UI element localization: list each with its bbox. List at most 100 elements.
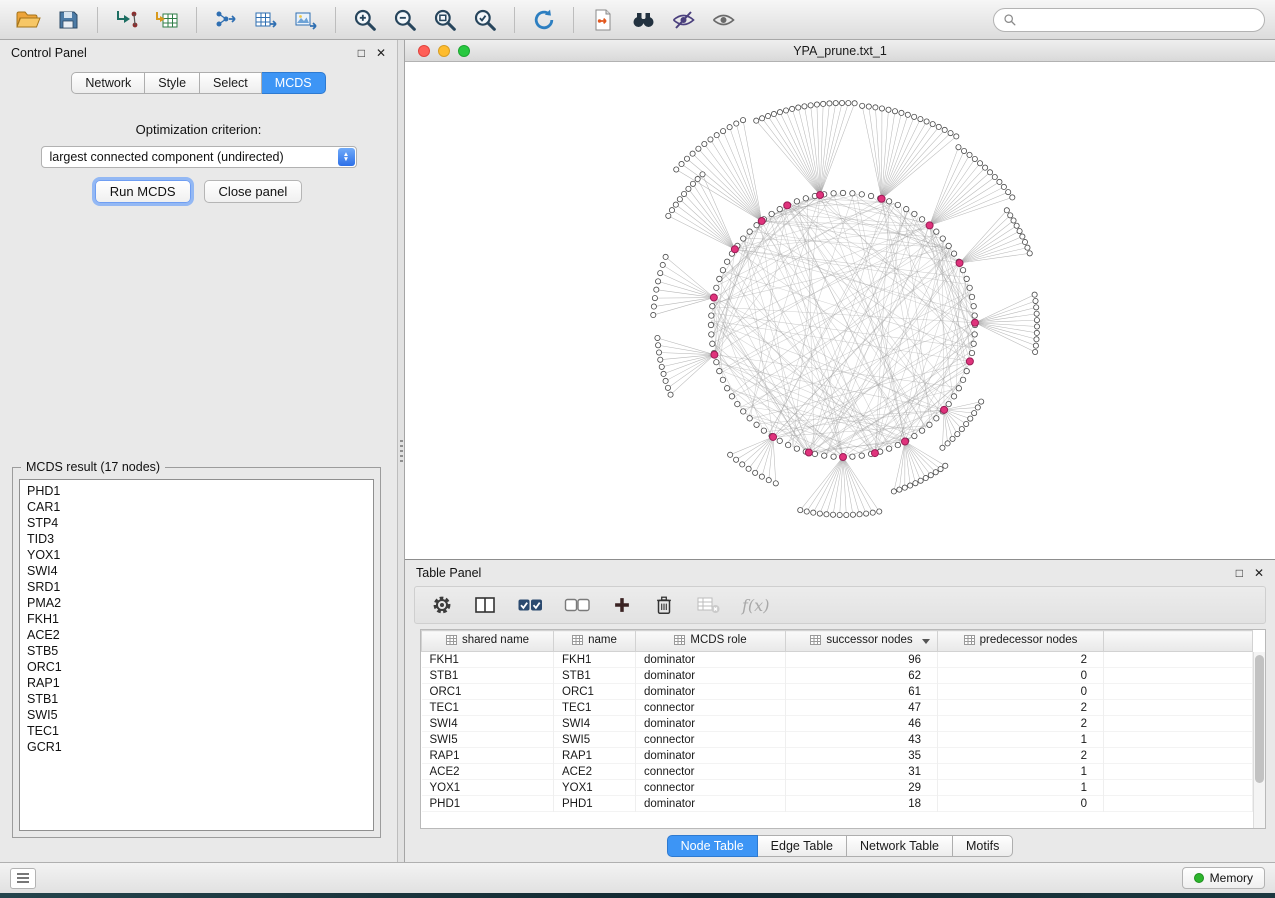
import-table-disabled-button[interactable] [695, 594, 722, 616]
table-cell[interactable]: ORC1 [554, 684, 636, 700]
table-row[interactable]: TEC1TEC1connector472 [422, 700, 1253, 716]
tab-node-table[interactable]: Node Table [667, 835, 758, 857]
mcds-node-item[interactable]: ACE2 [27, 627, 373, 643]
run-mcds-button[interactable]: Run MCDS [95, 180, 191, 203]
apply-layout-button[interactable] [526, 4, 562, 36]
mcds-node-item[interactable]: SWI5 [27, 707, 373, 723]
mcds-node-item[interactable]: RAP1 [27, 675, 373, 691]
mcds-node-item[interactable]: STB1 [27, 691, 373, 707]
zoom-in-button[interactable] [347, 4, 383, 36]
table-cell[interactable]: 31 [786, 764, 938, 780]
open-session-button[interactable] [10, 4, 46, 36]
table-cell[interactable]: 62 [786, 668, 938, 684]
table-cell[interactable]: dominator [636, 684, 786, 700]
export-table-button[interactable] [248, 4, 284, 36]
tab-edge-table[interactable]: Edge Table [758, 835, 847, 857]
table-cell[interactable]: connector [636, 780, 786, 796]
table-cell[interactable]: 2 [938, 748, 1104, 764]
table-cell[interactable]: dominator [636, 796, 786, 812]
task-history-button[interactable] [10, 868, 36, 889]
table-cell[interactable]: 43 [786, 732, 938, 748]
mcds-node-item[interactable]: TID3 [27, 531, 373, 547]
table-cell[interactable]: dominator [636, 668, 786, 684]
table-cell[interactable]: FKH1 [422, 652, 554, 668]
table-row[interactable]: RAP1RAP1dominator352 [422, 748, 1253, 764]
export-image-button[interactable] [288, 4, 324, 36]
table-row[interactable]: PHD1PHD1dominator180 [422, 796, 1253, 812]
table-row[interactable]: FKH1FKH1dominator962 [422, 652, 1253, 668]
table-cell[interactable]: 0 [938, 684, 1104, 700]
table-cell[interactable]: 2 [938, 652, 1104, 668]
mcds-node-item[interactable]: ORC1 [27, 659, 373, 675]
table-row[interactable]: STB1STB1dominator620 [422, 668, 1253, 684]
mcds-result-list[interactable]: PHD1CAR1STP4TID3YOX1SWI4SRD1PMA2FKH1ACE2… [19, 479, 374, 831]
table-cell[interactable]: 47 [786, 700, 938, 716]
table-cell[interactable]: SWI4 [422, 716, 554, 732]
table-cell[interactable]: SWI5 [422, 732, 554, 748]
float-panel-icon[interactable]: □ [1236, 567, 1243, 579]
function-builder-icon[interactable]: f(x) [742, 596, 769, 615]
table-cell[interactable]: connector [636, 764, 786, 780]
table-cell[interactable]: 2 [938, 716, 1104, 732]
mcds-node-item[interactable]: STB5 [27, 643, 373, 659]
float-panel-icon[interactable]: □ [358, 47, 365, 59]
graphics-details-button[interactable] [665, 4, 701, 36]
import-table-button[interactable] [149, 4, 185, 36]
column-header-name[interactable]: name [554, 631, 636, 652]
global-search[interactable] [993, 8, 1265, 32]
table-settings-button[interactable] [431, 594, 453, 616]
table-cell[interactable]: 1 [938, 764, 1104, 780]
mcds-node-item[interactable]: FKH1 [27, 611, 373, 627]
show-columns-button[interactable] [473, 594, 497, 616]
mcds-node-item[interactable]: PMA2 [27, 595, 373, 611]
export-document-button[interactable] [585, 4, 621, 36]
mcds-node-item[interactable]: PHD1 [27, 483, 373, 499]
table-cell[interactable]: PHD1 [554, 796, 636, 812]
select-all-button[interactable] [517, 594, 544, 616]
table-row[interactable]: ORC1ORC1dominator610 [422, 684, 1253, 700]
table-cell[interactable]: 18 [786, 796, 938, 812]
table-cell[interactable]: connector [636, 700, 786, 716]
column-header-shared-name[interactable]: shared name [422, 631, 554, 652]
table-row[interactable]: SWI5SWI5connector431 [422, 732, 1253, 748]
table-cell[interactable]: PHD1 [422, 796, 554, 812]
table-cell[interactable]: 1 [938, 732, 1104, 748]
search-input[interactable] [1023, 13, 1255, 27]
table-cell[interactable]: dominator [636, 748, 786, 764]
table-scrollbar[interactable] [1253, 652, 1265, 828]
save-session-button[interactable] [50, 4, 86, 36]
maximize-window-icon[interactable] [458, 45, 470, 57]
table-cell[interactable]: 46 [786, 716, 938, 732]
table-cell[interactable]: 29 [786, 780, 938, 796]
column-header-predecessor-nodes[interactable]: predecessor nodes [938, 631, 1104, 652]
zoom-fit-button[interactable] [427, 4, 463, 36]
table-row[interactable]: ACE2ACE2connector311 [422, 764, 1253, 780]
table-cell[interactable]: 1 [938, 780, 1104, 796]
table-cell[interactable]: 0 [938, 668, 1104, 684]
table-cell[interactable]: SWI4 [554, 716, 636, 732]
sort-caret-icon[interactable] [922, 639, 930, 644]
table-cell[interactable]: ACE2 [422, 764, 554, 780]
table-cell[interactable]: 2 [938, 700, 1104, 716]
table-cell[interactable]: FKH1 [554, 652, 636, 668]
mcds-node-item[interactable]: SWI4 [27, 563, 373, 579]
mcds-node-item[interactable]: CAR1 [27, 499, 373, 515]
scrollbar-thumb[interactable] [1255, 655, 1264, 783]
zoom-selected-button[interactable] [467, 4, 503, 36]
memory-button[interactable]: Memory [1182, 867, 1265, 889]
column-header-successor-nodes[interactable]: successor nodes [786, 631, 938, 652]
close-panel-icon[interactable]: ✕ [1254, 567, 1264, 579]
tab-motifs[interactable]: Motifs [953, 835, 1013, 857]
mcds-node-item[interactable]: SRD1 [27, 579, 373, 595]
export-network-button[interactable] [208, 4, 244, 36]
find-button[interactable] [625, 4, 661, 36]
network-canvas[interactable] [405, 62, 1275, 559]
table-cell[interactable]: 96 [786, 652, 938, 668]
table-cell[interactable]: YOX1 [422, 780, 554, 796]
tab-mcds[interactable]: MCDS [262, 72, 326, 94]
table-cell[interactable]: YOX1 [554, 780, 636, 796]
table-cell[interactable]: RAP1 [422, 748, 554, 764]
tab-select[interactable]: Select [200, 72, 262, 94]
table-cell[interactable]: connector [636, 732, 786, 748]
zoom-out-button[interactable] [387, 4, 423, 36]
